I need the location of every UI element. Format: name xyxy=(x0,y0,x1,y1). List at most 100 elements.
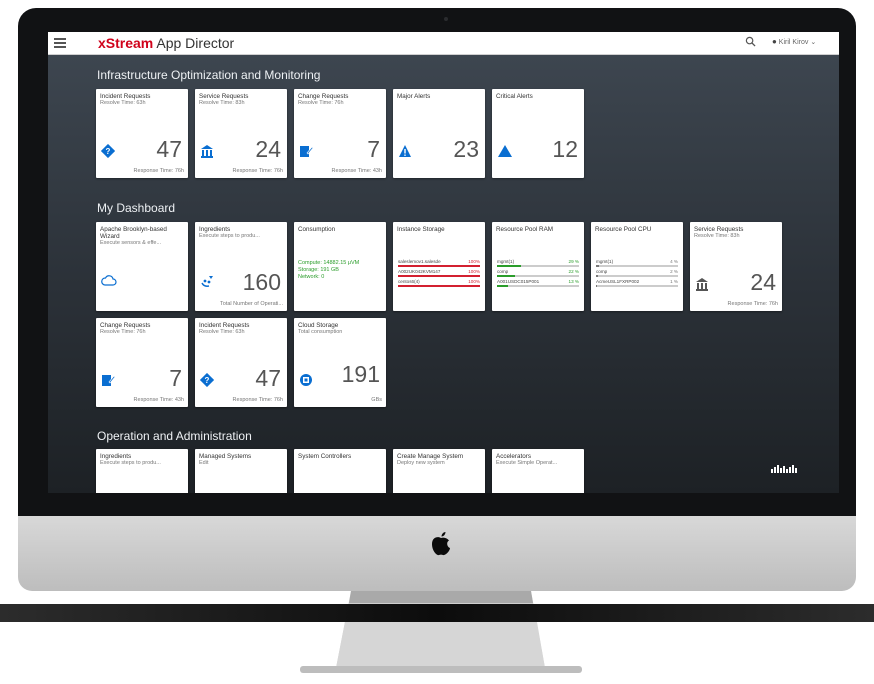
tile-footer: Response Time: 76h xyxy=(232,397,283,403)
progress-row: A001USDC015P001 13 % xyxy=(497,279,579,284)
progress-label: centos6(4) xyxy=(398,279,420,284)
tile-title: Change Requests xyxy=(298,93,349,100)
user-name: Kiril Kirov xyxy=(778,39,809,46)
progress-label: AcmeUSL1FXRP002 xyxy=(596,279,640,284)
question-diamond-icon: ? xyxy=(200,373,214,387)
tile-service-requests-dash[interactable]: Service Requests Resolve Time: 83h 24 Re… xyxy=(690,222,782,311)
tile-title: Consumption xyxy=(298,226,336,233)
progress-bar xyxy=(398,275,480,277)
warning-icon xyxy=(399,145,411,157)
tile-title: Critical Alerts xyxy=(496,93,533,100)
section-title-infra: Infrastructure Optimization and Monitori… xyxy=(97,68,321,82)
tile-title: Ingredients xyxy=(199,226,231,233)
tile-footer: Response Time: 76h xyxy=(232,168,283,174)
tile-critical-alerts[interactable]: Critical Alerts 12 xyxy=(492,89,584,178)
edit-document-icon xyxy=(300,146,313,157)
progress-percent: 29 % xyxy=(568,259,579,264)
tile-create-manage-system[interactable]: Create Manage System Deploy new system xyxy=(393,449,485,493)
progress-row: AcmeUSL1FXRP002 1 % xyxy=(596,279,678,284)
tile-title: Service Requests xyxy=(199,93,249,100)
tile-value: 12 xyxy=(552,136,578,162)
tile-subtitle: Resolve Time: 76h xyxy=(100,329,146,335)
tile-footer: Response Time: 43h xyxy=(133,397,184,403)
progress-bar xyxy=(596,275,678,277)
tile-ingredients[interactable]: Ingredients Execute steps to produ... 16… xyxy=(195,222,287,311)
tile-title: Incident Requests xyxy=(100,93,151,100)
screen: xStream App Director ● Kiril Kirov ⌄ Inf… xyxy=(48,32,839,493)
process-icon xyxy=(201,276,213,287)
building-icon xyxy=(201,145,213,158)
progress-fill xyxy=(596,265,600,267)
progress-percent: 4 % xyxy=(670,259,678,264)
progress-bar xyxy=(596,265,678,267)
tile-service-requests[interactable]: Service Requests Resolve Time: 83h 24 Re… xyxy=(195,89,287,178)
progress-percent: 100% xyxy=(468,269,480,274)
app-title[interactable]: xStream App Director xyxy=(98,35,234,51)
tile-value: 24 xyxy=(255,136,281,162)
tile-title: Service Requests xyxy=(694,226,744,233)
tile-subtitle: Total consumption xyxy=(298,329,343,335)
cloud-icon xyxy=(101,275,117,286)
tile-consumption[interactable]: Consumption Compute: 14882.15 μVM Storag… xyxy=(294,222,386,311)
svg-text:?: ? xyxy=(106,147,111,156)
tile-resource-pool-ram[interactable]: Resource Pool RAM mgmt(1) 29 % comp 22 % A00… xyxy=(492,222,584,311)
user-menu[interactable]: ● Kiril Kirov ⌄ xyxy=(772,37,816,46)
progress-fill xyxy=(497,285,508,287)
tile-system-controllers[interactable]: System Controllers xyxy=(294,449,386,493)
tile-title: Create Manage System xyxy=(397,453,464,460)
section-title-operations: Operation and Administration xyxy=(97,429,252,443)
progress-percent: 13 % xyxy=(568,279,579,284)
tile-subtitle: Resolve Time: 83h xyxy=(199,100,245,106)
tile-subtitle: Execute Simple Operat... xyxy=(496,460,558,466)
tile-ops-ingredients[interactable]: Ingredients Execute steps to produ... xyxy=(96,449,188,493)
tile-instance-storage[interactable]: Instance Storage saleslemov1.salesde 100%… xyxy=(393,222,485,311)
tile-subtitle: Resolve Time: 83h xyxy=(694,233,740,239)
tile-change-requests[interactable]: Change Requests Resolve Time: 76h 7 Resp… xyxy=(294,89,386,178)
hamburger-menu-icon[interactable] xyxy=(54,38,66,48)
tile-change-requests-dash[interactable]: Change Requests Resolve Time: 76h 7 Resp… xyxy=(96,318,188,407)
alert-triangle-icon xyxy=(498,145,512,157)
consumption-network: Network: 0 xyxy=(298,274,325,280)
progress-row: mgmt(1) 29 % xyxy=(497,259,579,264)
tile-title: Instance Storage xyxy=(397,226,445,233)
tile-title: Accelerators xyxy=(496,453,531,460)
tile-value: 24 xyxy=(750,269,776,295)
tile-managed-systems[interactable]: Managed Systems Edit xyxy=(195,449,287,493)
tile-subtitle: Edit xyxy=(199,460,209,466)
tile-value: 160 xyxy=(242,269,281,295)
consumption-storage: Storage: 191 GB xyxy=(298,267,339,273)
progress-row: A002UK042KVM147 100% xyxy=(398,269,480,274)
progress-label: comp xyxy=(497,269,509,274)
progress-fill xyxy=(398,275,480,277)
progress-percent: 1 % xyxy=(670,279,678,284)
progress-bar xyxy=(497,275,579,277)
tile-resource-pool-cpu[interactable]: Resource Pool CPU mgmt(1) 4 % comp 2 % AcmeU… xyxy=(591,222,683,311)
tile-accelerators[interactable]: Accelerators Execute Simple Operat... xyxy=(492,449,584,493)
progress-row: comp 2 % xyxy=(596,269,678,274)
storage-rows: saleslemov1.salesde 100% A002UK042KVM147 10… xyxy=(398,259,480,289)
tile-title: Ingredients xyxy=(100,453,132,460)
chevron-down-icon: ⌄ xyxy=(810,39,817,46)
progress-fill xyxy=(497,265,521,267)
tile-value: 7 xyxy=(367,136,380,162)
tile-apache-brooklyn[interactable]: Apache Brooklyn-based Wizard Execute sen… xyxy=(96,222,188,311)
tile-value: 191 xyxy=(341,361,380,387)
tile-subtitle: Resolve Time: 63h xyxy=(199,329,245,335)
tile-title: Apache Brooklyn-based Wizard xyxy=(100,226,167,240)
progress-percent: 100% xyxy=(468,279,480,284)
tile-cloud-storage[interactable]: Cloud Storage Total consumption 191 GBs xyxy=(294,318,386,407)
progress-label: A001USDC015P001 xyxy=(497,279,540,284)
progress-bar xyxy=(596,285,678,287)
tile-subtitle: Execute sensors & effe... xyxy=(100,240,162,246)
search-icon[interactable] xyxy=(745,36,756,47)
tile-footer: Response Time: 43h xyxy=(331,168,382,174)
tile-incident-requests[interactable]: Incident Requests Resolve Time: 63h ? 47… xyxy=(96,89,188,178)
progress-row: saleslemov1.salesde 100% xyxy=(398,259,480,264)
progress-bar xyxy=(398,265,480,267)
progress-percent: 22 % xyxy=(568,269,579,274)
tile-major-alerts[interactable]: Major Alerts 23 xyxy=(393,89,485,178)
user-icon: ● xyxy=(772,37,777,46)
tile-incident-requests-dash[interactable]: Incident Requests Resolve Time: 63h ? 47… xyxy=(195,318,287,407)
tile-value: 7 xyxy=(169,365,182,391)
camera xyxy=(444,17,448,21)
